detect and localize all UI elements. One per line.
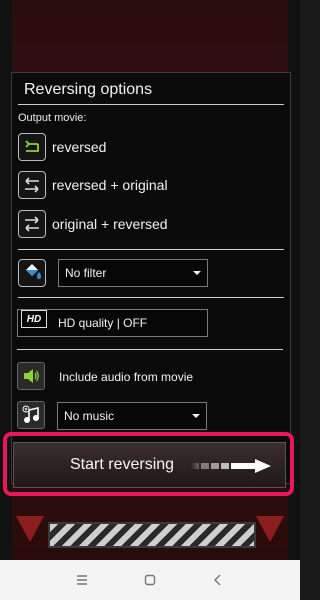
film-strip bbox=[48, 522, 256, 548]
option-original-plus-reversed-label: original + reversed bbox=[52, 216, 168, 232]
left-marker-icon bbox=[16, 516, 44, 542]
right-marker-icon bbox=[256, 516, 284, 542]
options-divider-3 bbox=[17, 349, 283, 350]
option-reversed[interactable]: reversed bbox=[18, 130, 284, 164]
forward-reverse-arrows-icon bbox=[18, 210, 46, 238]
menu-lines-icon[interactable] bbox=[74, 572, 90, 588]
filter-select[interactable]: No filter bbox=[58, 259, 208, 287]
chevron-down-icon bbox=[193, 271, 201, 275]
undo-arrow-icon bbox=[18, 133, 46, 161]
speaker-icon[interactable] bbox=[17, 362, 45, 390]
output-movie-label: Output movie: bbox=[18, 112, 87, 124]
title-divider bbox=[18, 104, 284, 105]
music-select[interactable]: No music bbox=[57, 402, 207, 430]
home-square-icon[interactable] bbox=[142, 572, 158, 588]
option-original-plus-reversed[interactable]: original + reversed bbox=[18, 207, 284, 241]
right-arrow-icon bbox=[191, 458, 273, 474]
reverse-forward-arrows-icon bbox=[18, 171, 46, 199]
music-note-icon bbox=[17, 401, 45, 429]
option-reversed-plus-original[interactable]: reversed + original bbox=[18, 168, 284, 202]
include-audio-label[interactable]: Include audio from movie bbox=[59, 370, 193, 384]
hd-quality-value: HD quality | OFF bbox=[58, 316, 148, 330]
back-chevron-icon[interactable] bbox=[210, 572, 226, 588]
chevron-down-icon bbox=[192, 414, 200, 418]
option-reversed-plus-original-label: reversed + original bbox=[52, 177, 168, 193]
options-divider-2 bbox=[18, 297, 284, 298]
start-reversing-button[interactable]: Start reversing bbox=[13, 442, 286, 488]
dialog-title: Reversing options bbox=[24, 81, 153, 98]
option-reversed-label: reversed bbox=[52, 139, 107, 155]
options-divider-1 bbox=[18, 249, 284, 250]
system-navigation-bar bbox=[0, 560, 300, 600]
filter-select-value: No filter bbox=[65, 266, 107, 280]
paint-bucket-icon bbox=[18, 259, 46, 287]
start-reversing-label: Start reversing bbox=[70, 456, 175, 473]
music-select-value: No music bbox=[64, 409, 115, 423]
hd-badge-icon: HD bbox=[21, 310, 47, 328]
